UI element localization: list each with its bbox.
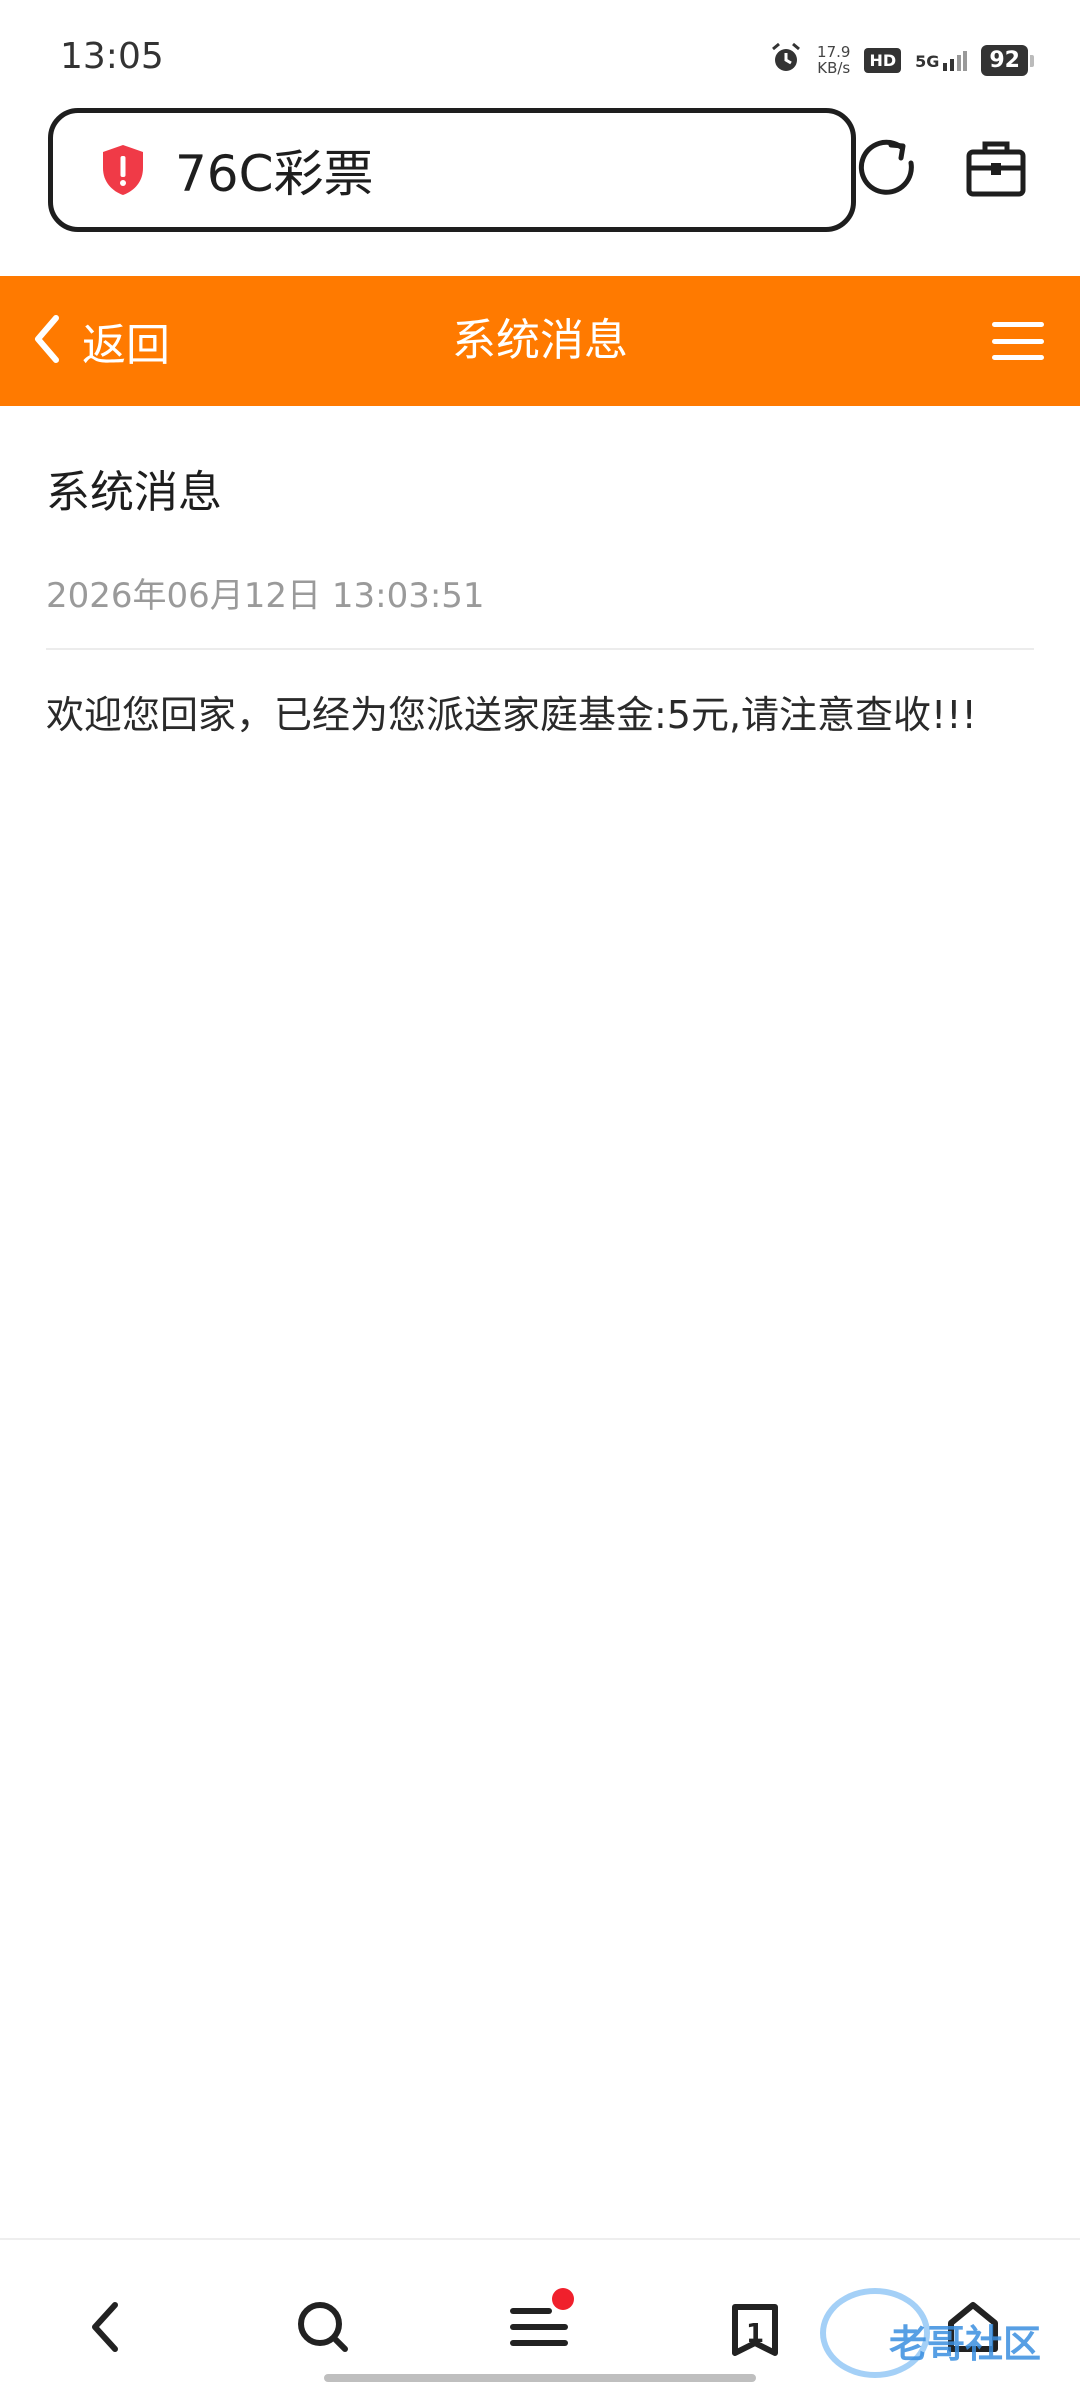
notification-dot bbox=[552, 2288, 574, 2310]
nav-menu-button[interactable] bbox=[494, 2284, 584, 2374]
toolbox-icon bbox=[965, 138, 1027, 202]
status-time: 13:05 bbox=[60, 36, 164, 77]
site-title: 76C彩票 bbox=[175, 145, 374, 203]
nav-search-button[interactable] bbox=[278, 2284, 368, 2374]
back-button[interactable]: 返回 bbox=[30, 276, 170, 406]
message-title: 系统消息 bbox=[46, 467, 222, 518]
back-label: 返回 bbox=[82, 320, 170, 371]
search-icon bbox=[293, 2297, 353, 2361]
nav-back-button[interactable] bbox=[60, 2284, 150, 2374]
browser-address-bar: 76C彩票 bbox=[0, 108, 1080, 240]
nav-tabs-button[interactable]: 1 bbox=[710, 2284, 800, 2374]
chevron-left-icon bbox=[30, 314, 64, 368]
tab-count: 1 bbox=[745, 2319, 765, 2349]
message-timestamp: 2026年06月12日 13:03:51 bbox=[46, 576, 485, 616]
battery-indicator: 92 bbox=[981, 44, 1034, 76]
network-speed: 17.9 KB/s bbox=[817, 43, 851, 77]
signal-icon: 5G bbox=[915, 49, 968, 71]
page-header: 系统消息 返回 bbox=[0, 276, 1080, 406]
hamburger-menu-icon[interactable] bbox=[992, 316, 1044, 366]
alarm-icon bbox=[769, 41, 803, 79]
refresh-icon bbox=[857, 137, 919, 203]
hd-badge: HD bbox=[864, 47, 902, 73]
address-field[interactable]: 76C彩票 bbox=[48, 108, 856, 232]
divider bbox=[46, 648, 1034, 650]
message-body: 欢迎您回家，已经为您派送家庭基金:5元,请注意查收!!! bbox=[46, 693, 977, 737]
refresh-button[interactable] bbox=[848, 130, 928, 210]
watermark-text: 老哥社区 bbox=[888, 2321, 1041, 2366]
toolbox-button[interactable] bbox=[956, 130, 1036, 210]
home-indicator[interactable] bbox=[324, 2374, 756, 2382]
status-icons: 17.9 KB/s HD 5G 92 bbox=[769, 40, 1034, 80]
back-icon bbox=[85, 2299, 125, 2359]
shield-alert-icon[interactable] bbox=[97, 142, 149, 198]
tabs-icon: 1 bbox=[725, 2299, 785, 2359]
status-bar: 13:05 17.9 KB/s HD 5G 92 bbox=[0, 0, 1080, 110]
